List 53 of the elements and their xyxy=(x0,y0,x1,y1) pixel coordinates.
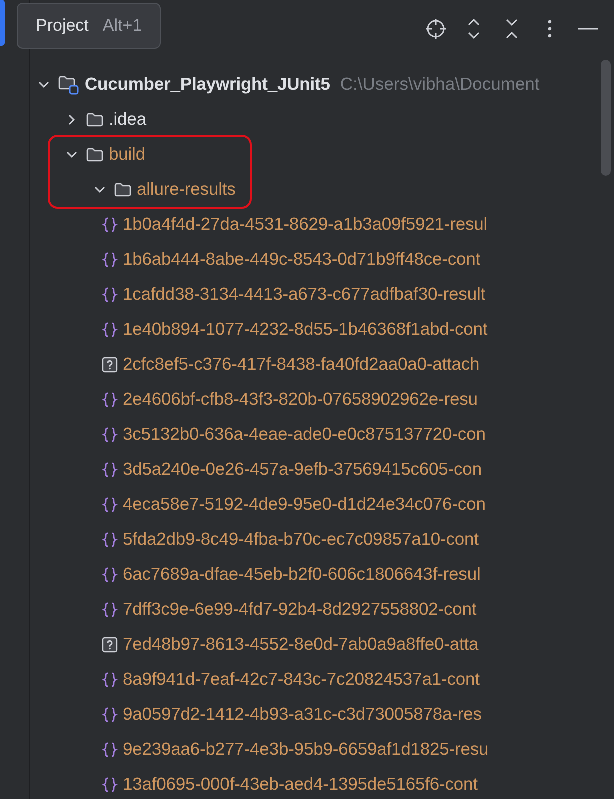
unknown-file-icon xyxy=(102,356,118,372)
file-name[interactable]: 13af0695-000f-43eb-aed4-1395de5165f6-cont xyxy=(123,774,478,795)
folder-name[interactable]: .idea xyxy=(109,109,146,130)
folder-name[interactable]: allure-results xyxy=(137,179,236,200)
crosshair-icon xyxy=(425,18,447,40)
tooltip-title: Project xyxy=(36,16,89,36)
file-name[interactable]: 9a0597d2-1412-4b93-a31c-c3d73005878a-res xyxy=(123,704,482,725)
file-name[interactable]: 2e4606bf-cfb8-43f3-820b-07658902962e-resu xyxy=(123,389,478,410)
braces-icon xyxy=(102,496,118,514)
file-name[interactable]: 6ac7689a-dfae-45eb-b2f0-606c1806643f-resul xyxy=(123,564,481,585)
folder-icon xyxy=(86,146,104,162)
braces-icon xyxy=(102,740,118,758)
braces-icon xyxy=(102,776,118,794)
folder-name[interactable]: build xyxy=(109,144,146,165)
minimize-icon xyxy=(578,27,598,31)
file-name[interactable]: 1b6ab444-8abe-449c-8543-0d71b9ff48ce-cont xyxy=(123,249,481,270)
braces-icon xyxy=(102,706,118,724)
braces-icon xyxy=(102,250,118,268)
file-name[interactable]: 3d5a240e-0e26-457a-9efb-37569415c605-con xyxy=(123,459,482,480)
more-icon xyxy=(547,19,553,39)
braces-icon xyxy=(102,566,118,584)
file-name[interactable]: 7dff3c9e-6e99-4fd7-92b4-8d2927558802-cont xyxy=(123,599,477,620)
file-name[interactable]: 7ed48b97-8613-4552-8e0d-7ab0a9a8ffe0-atta xyxy=(123,634,479,655)
braces-icon xyxy=(102,320,118,338)
file-name[interactable]: 1e40b894-1077-4232-8d55-1b46368f1abd-cont xyxy=(123,319,488,340)
file-name[interactable]: 1b0a4f4d-27da-4531-8629-a1b3a09f5921-resul xyxy=(123,214,488,235)
file-name[interactable]: 8a9f941d-7eaf-42c7-843c-7c20824537a1-cont xyxy=(123,669,480,690)
shortcut-hint: Alt+1 xyxy=(102,16,142,36)
project-name[interactable]: Cucumber_Playwright_JUnit5 xyxy=(85,74,330,95)
braces-icon xyxy=(102,426,118,444)
braces-icon xyxy=(102,286,118,304)
folder-icon xyxy=(86,112,104,128)
collapse-all-icon xyxy=(504,17,520,41)
project-path: C:\Users\vibha\Document xyxy=(340,74,540,95)
braces-icon xyxy=(102,390,118,408)
file-name[interactable]: 2cfc8ef5-c376-417f-8438-fa40fd2aa0a0-attach xyxy=(123,354,480,375)
file-name[interactable]: 1cafdd38-3134-4413-a673-c677adfbaf30-result xyxy=(123,284,486,305)
active-tab-indicator xyxy=(0,0,5,46)
scrollbar-thumb[interactable] xyxy=(601,60,611,176)
braces-icon xyxy=(102,600,118,618)
braces-icon xyxy=(102,216,118,234)
file-name[interactable]: 3c5132b0-636a-4eae-ade0-e0c875137720-con xyxy=(123,424,486,445)
file-name[interactable]: 9e239aa6-b277-4e3b-95b9-6659af1d1825-resu xyxy=(123,739,489,760)
braces-icon xyxy=(102,670,118,688)
braces-icon xyxy=(102,460,118,478)
braces-icon xyxy=(102,530,118,548)
folder-icon xyxy=(114,182,132,198)
project-folder-icon xyxy=(58,74,80,94)
expand-all-icon xyxy=(466,17,482,41)
file-name[interactable]: 5fda2db9-8c49-4fba-b70c-ec7c09857a10-cont xyxy=(123,529,479,550)
file-name[interactable]: 4eca58e7-5192-4de9-95e0-d1d24e34c076-con xyxy=(123,494,486,515)
chevron-right-icon[interactable] xyxy=(66,114,78,126)
unknown-file-icon xyxy=(102,636,118,652)
